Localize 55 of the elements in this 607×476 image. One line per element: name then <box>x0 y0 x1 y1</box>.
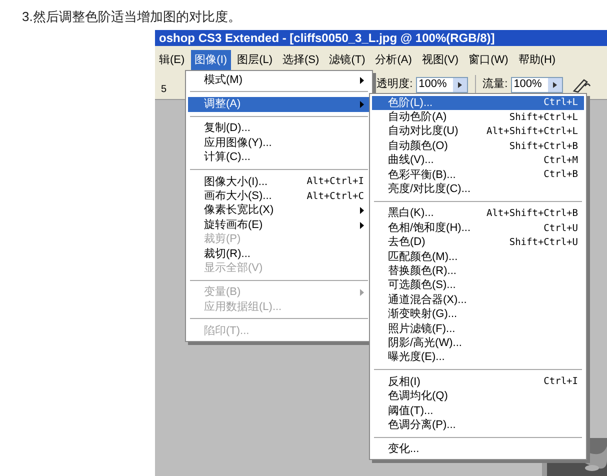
caption: 3.然后调整色阶适当增加图的对比度。 <box>21 8 242 26</box>
menu-bar-item[interactable]: 滤镜(T) <box>325 50 370 70</box>
menu-item[interactable]: 曲线(V)... Ctrl+M <box>372 154 584 168</box>
menu-item[interactable]: 图像大小(I)... Alt+Ctrl+I <box>188 174 370 190</box>
submenu-arrow-icon <box>360 76 364 84</box>
menu-item[interactable]: 可选颜色(S)... <box>372 278 584 294</box>
menu-item[interactable]: 像素长宽比(X) <box>188 204 370 218</box>
menu-item[interactable]: 计算(C)... <box>188 150 370 165</box>
menu-item[interactable]: 自动对比度(U) Alt+Shift+Ctrl+L <box>372 124 584 140</box>
menu-bar-item[interactable]: 分析(A) <box>371 50 416 70</box>
dropdown-arrow-icon[interactable] <box>552 82 557 88</box>
menu-item[interactable]: 亮度/对比度(C)... <box>372 182 584 197</box>
menu-item[interactable]: 曝光度(E)... <box>372 350 584 366</box>
menu-item[interactable]: 模式(M) <box>188 73 370 88</box>
submenu-arrow-icon <box>360 289 364 296</box>
menu-item[interactable]: 渐变映射(G)... <box>372 307 584 322</box>
menu-item[interactable]: 通道混合器(X)... <box>372 293 584 308</box>
menu-item[interactable]: 色阶(L)... Ctrl+L <box>372 96 584 110</box>
brush-size: 5 <box>161 83 167 97</box>
menu-item[interactable]: 复制(D)... <box>188 122 370 136</box>
opacity-field[interactable]: 100% <box>416 76 468 92</box>
menu-item[interactable]: 替换颜色(R)... <box>372 264 584 279</box>
menu-item[interactable]: 色相/饱和度(H)... Ctrl+U <box>372 221 584 236</box>
menu-item[interactable]: 匹配颜色(M)... <box>372 250 584 264</box>
menu-item[interactable]: 裁切(R)... <box>188 246 370 262</box>
opacity-label: 透明度: <box>376 76 413 92</box>
menu-item[interactable]: 色彩平衡(B)... Ctrl+B <box>372 168 584 182</box>
menu-item[interactable]: 应用图像(Y)... <box>188 136 370 151</box>
menu-bar-item[interactable]: 辑(E) <box>155 50 189 70</box>
menu-item[interactable]: 色调均化(Q) <box>372 389 584 404</box>
menu-item[interactable]: 自动颜色(O) Shift+Ctrl+B <box>372 139 584 154</box>
menu-item[interactable]: 阴影/高光(W)... <box>372 336 584 351</box>
menu-item[interactable]: 变化... <box>372 442 584 457</box>
menu-item[interactable]: 黑白(K)... Alt+Shift+Ctrl+B <box>372 206 584 222</box>
airbrush-icon[interactable] <box>572 76 592 92</box>
flow-label: 流量: <box>482 76 508 92</box>
menu-item[interactable]: 自动色阶(A) Shift+Ctrl+L <box>372 110 584 125</box>
window-title: oshop CS3 Extended - [cliffs0050_3_L.jpg @ 100%(RGB/8)] <box>155 30 607 46</box>
flow-field[interactable]: 100% <box>510 76 563 92</box>
menu-item[interactable]: 色调分离(P)... <box>372 418 584 433</box>
menu-bar-item[interactable]: 帮助(H) <box>514 50 560 70</box>
menu-item[interactable]: 阈值(T)... <box>372 404 584 418</box>
menu-item[interactable]: 反相(I) Ctrl+I <box>372 375 584 390</box>
submenu-arrow-icon <box>360 101 364 108</box>
menu-item[interactable]: 旋转画布(E) <box>188 218 370 233</box>
menu-bar-item[interactable]: 视图(V) <box>418 50 463 70</box>
menu-item[interactable]: 去色(D) Shift+Ctrl+U <box>372 236 584 250</box>
menu-item[interactable]: 调整(A) <box>188 97 370 112</box>
dropdown-arrow-icon[interactable] <box>458 82 462 88</box>
menu-bar-item[interactable]: 图层(L) <box>233 50 277 70</box>
menu-item[interactable]: 照片滤镜(F)... <box>372 322 584 336</box>
menu-bar-item[interactable]: 选择(S) <box>278 50 324 70</box>
menu-bar-item[interactable]: 窗口(W) <box>464 50 512 70</box>
menu-item[interactable]: 画布大小(S)... Alt+Ctrl+C <box>188 189 370 204</box>
menu-bar-item[interactable]: 图像(I) <box>190 50 232 70</box>
